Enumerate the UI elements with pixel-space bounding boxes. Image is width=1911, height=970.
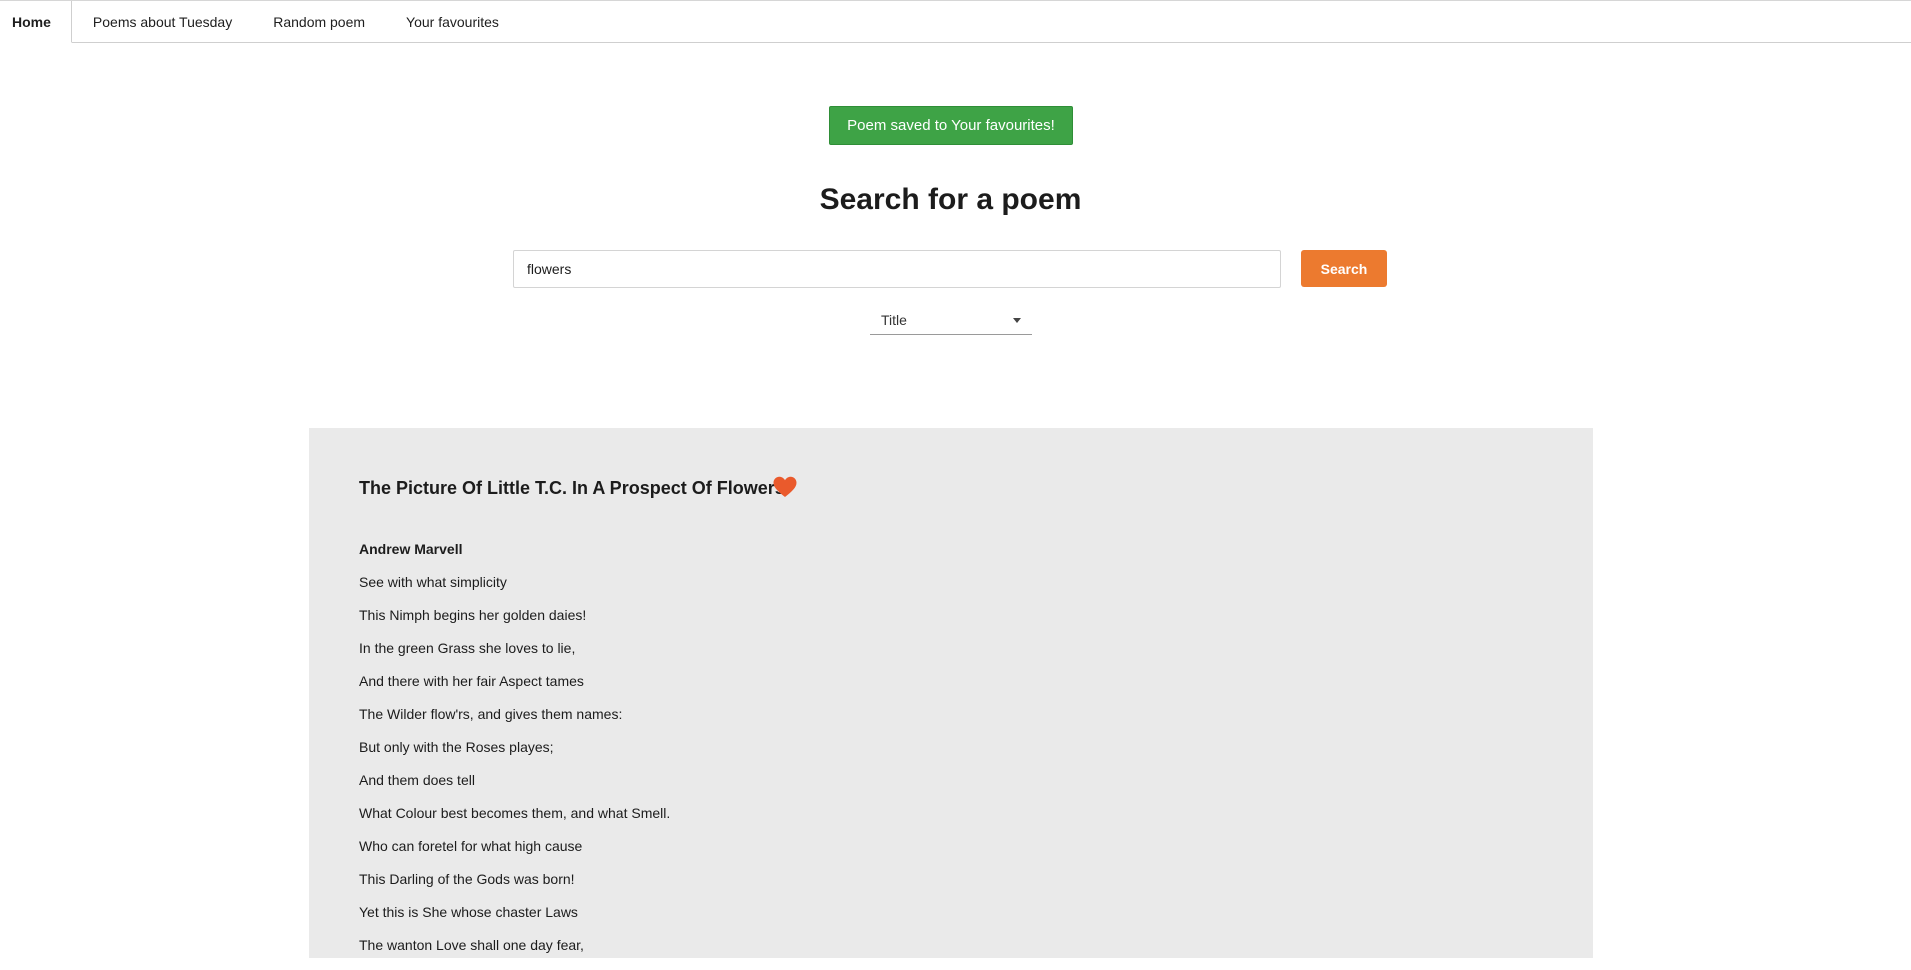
poem-line: Yet this is She whose chaster Laws — [359, 904, 578, 920]
poem-line: This Nimph begins her golden daies! — [359, 607, 587, 623]
saved-notification: Poem saved to Your favourites! — [829, 106, 1073, 145]
poem-line: The Wilder flow'rs, and gives them names… — [359, 706, 623, 722]
poem-line: Who can foretel for what high cause — [359, 838, 583, 854]
poem-line: But only with the Roses playes; — [359, 739, 554, 755]
poem-line: And them does tell — [359, 772, 475, 788]
poem-line: See with what simplicity — [359, 574, 507, 590]
search-field-select[interactable]: Title — [870, 306, 1032, 335]
search-button[interactable]: Search — [1301, 250, 1387, 287]
poem-title: The Picture Of Little T.C. In A Prospect… — [359, 478, 785, 498]
poem-card: The Picture Of Little T.C. In A Prospect… — [309, 428, 1593, 958]
poem-author: Andrew Marvell — [359, 541, 463, 557]
chevron-down-icon — [1013, 317, 1021, 323]
top-navigation: Home Poems about Tuesday Random poem You… — [0, 0, 1911, 43]
tab-your-favourites[interactable]: Your favourites — [385, 1, 519, 42]
poem-line: And there with her fair Aspect tames — [359, 673, 584, 689]
tab-poems-about-tuesday[interactable]: Poems about Tuesday — [72, 1, 252, 42]
page-title: Search for a poem — [819, 183, 1082, 216]
poem-lines: See with what simplicity This Nimph begi… — [359, 574, 670, 970]
poem-line: In the green Grass she loves to lie, — [359, 640, 576, 656]
tab-random-poem[interactable]: Random poem — [252, 1, 385, 42]
poem-line: The wanton Love shall one day fear, — [359, 937, 584, 953]
heart-icon[interactable] — [773, 476, 797, 498]
search-field-value: Title — [881, 312, 907, 328]
search-input[interactable] — [513, 250, 1281, 288]
poem-line: What Colour best becomes them, and what … — [359, 805, 671, 821]
tab-home[interactable]: Home — [0, 1, 72, 43]
poem-line: This Darling of the Gods was born! — [359, 871, 575, 887]
